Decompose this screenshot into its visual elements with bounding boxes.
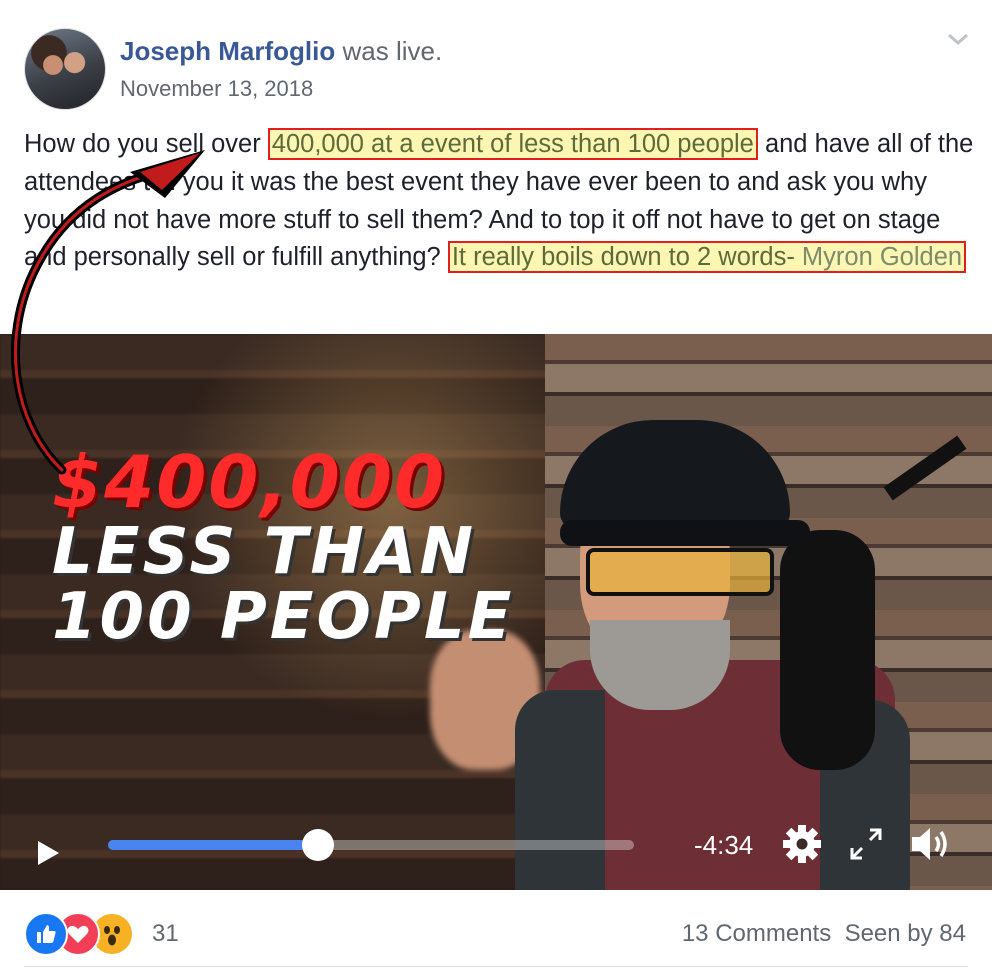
volume-icon[interactable] <box>908 822 954 866</box>
video-overlay-amount: $400,000 <box>52 440 447 524</box>
video-progress-fill <box>108 840 319 850</box>
microphone <box>780 530 875 770</box>
post-card: Joseph Marfoglio was live. November 13, … <box>0 0 992 974</box>
presenter-jacket-left <box>515 690 605 890</box>
video-overlay-less-than: LESS THAN <box>52 515 476 589</box>
like-icon[interactable] <box>24 912 68 956</box>
highlight-amount: 400,000 at a event of less than 100 peop… <box>267 128 758 160</box>
myron-golden-link[interactable]: Myron Golden <box>802 243 962 271</box>
play-icon[interactable] <box>32 838 62 868</box>
video-overlay-people: 100 PEOPLE <box>52 580 515 654</box>
comments-count-link[interactable]: 13 Comments <box>682 920 831 947</box>
gear-icon[interactable] <box>780 822 824 866</box>
chevron-down-icon[interactable] <box>946 30 970 48</box>
post-stats: 13 Comments Seen by 84 <box>682 920 966 948</box>
post-text-part-1: How do you sell over <box>24 130 268 158</box>
reaction-icons[interactable] <box>24 912 154 956</box>
expand-icon[interactable] <box>848 826 884 862</box>
highlight-summary: It really boils down to 2 words- Myron G… <box>447 241 967 274</box>
highlight-summary-text: It really boils down to 2 words- <box>451 243 802 272</box>
presenter-glasses <box>586 548 774 596</box>
live-status-text: was live. <box>342 36 443 66</box>
author-name-link[interactable]: Joseph Marfoglio <box>120 36 335 66</box>
post-date-link[interactable]: November 13, 2018 <box>120 76 313 102</box>
footer-divider <box>24 966 968 967</box>
post-header: Joseph Marfoglio was live. <box>120 36 442 67</box>
author-avatar[interactable] <box>24 28 106 110</box>
post-body-text: How do you sell over 400,000 at a event … <box>24 126 974 277</box>
reaction-count[interactable]: 31 <box>152 920 179 948</box>
seen-by-link[interactable]: Seen by 84 <box>845 920 966 947</box>
presenter-cap-brim <box>560 520 810 546</box>
video-time-remaining: -4:34 <box>694 830 754 860</box>
